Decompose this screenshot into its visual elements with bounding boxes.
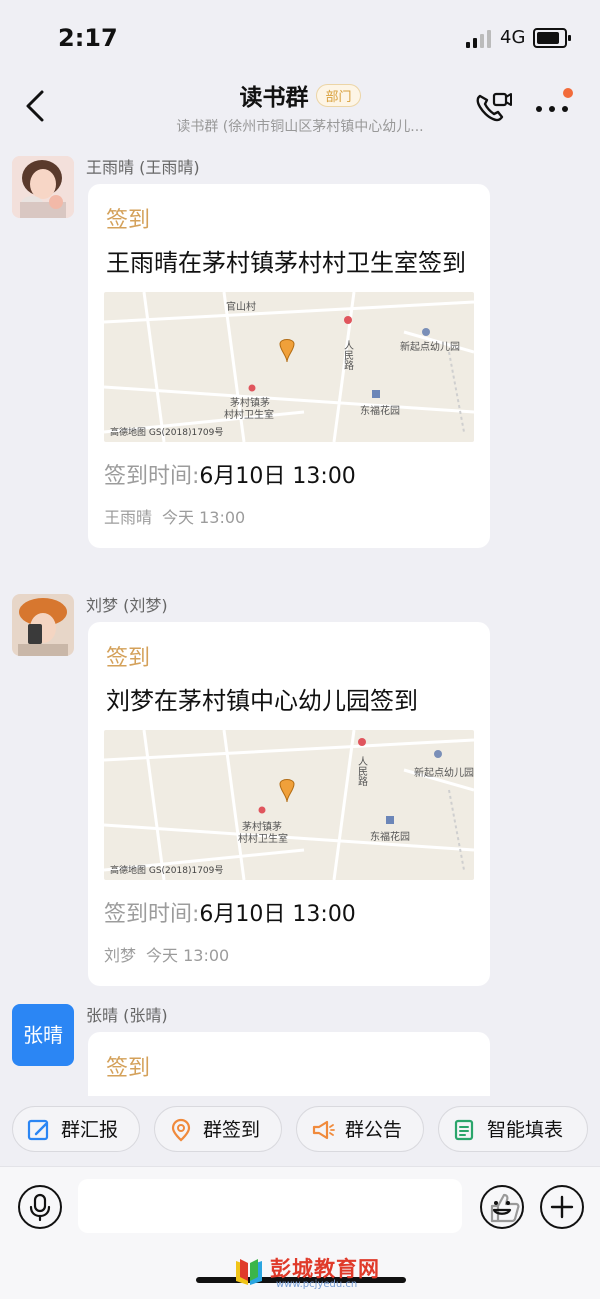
location-icon (171, 1118, 191, 1142)
quick-actions-bar: 群汇报 群签到 群公告 智能填表 (0, 1106, 600, 1156)
card-posted-time: 今天 13:00 (162, 508, 246, 527)
signal-icon (466, 30, 492, 48)
map-label: 东福花园 (360, 406, 400, 417)
watermark: 彭城教育网 www.pcjyedu.cn (232, 1253, 402, 1293)
group-notice-button[interactable]: 群公告 (296, 1106, 424, 1152)
plus-icon (550, 1195, 574, 1219)
chip-label: 群公告 (345, 1119, 403, 1141)
checkin-time-label: 签到时间: (104, 902, 200, 927)
map-label: 新起点幼儿园 (400, 342, 460, 353)
avatar[interactable]: 张晴 (12, 1004, 74, 1066)
battery-icon (533, 28, 571, 48)
checkin-time-value: 6月10日 13:00 (199, 902, 356, 927)
emoji-icon (492, 1201, 512, 1215)
location-map[interactable]: 新起点幼儿园 人民路 茅村镇茅 村村卫生室 东福花园 高德地图 GS(2018)… (104, 730, 474, 880)
map-label: 村村卫生室 (224, 410, 274, 421)
chip-label: 群签到 (203, 1119, 261, 1141)
message-item: 张晴 张晴 (张晴) 签到 (0, 1004, 600, 1096)
group-checkin-button[interactable]: 群签到 (154, 1106, 282, 1152)
map-label: 官山村 (226, 302, 256, 313)
card-title: 王雨晴在茅村镇茅村村卫生室签到 (106, 249, 466, 277)
message-input-bar: 彭城教育网 www.pcjyedu.cn (0, 1166, 600, 1299)
microphone-icon (29, 1193, 51, 1222)
sender-name: 王雨晴 (王雨晴) (86, 158, 200, 177)
map-attribution: 高德地图 GS(2018)1709号 (110, 866, 224, 876)
megaphone-icon (312, 1120, 335, 1140)
location-map[interactable]: 官山村 新起点幼儿园 人民路 茅村镇茅 村村卫生室 东福花园 高德地图 GS(2… (104, 292, 474, 442)
voice-button[interactable] (18, 1185, 62, 1229)
map-label: 人民路 (358, 757, 368, 788)
more-menu-icon[interactable] (536, 88, 573, 114)
card-category: 签到 (106, 1056, 151, 1081)
card-author: 王雨晴 (104, 508, 153, 527)
card-category: 签到 (106, 646, 151, 671)
checkin-time: 签到时间:6月10日 13:00 (104, 458, 474, 490)
chat-title: 读书群 (239, 85, 309, 111)
map-label: 东福花园 (370, 832, 410, 843)
checkin-card[interactable]: 签到 (88, 1032, 490, 1096)
checkin-time-value: 6月10日 13:00 (199, 464, 356, 489)
emoji-button[interactable] (480, 1185, 524, 1229)
card-author: 刘梦 (104, 946, 137, 965)
map-label: 村村卫生室 (238, 834, 288, 845)
checkin-time-label: 签到时间: (104, 464, 200, 489)
message-text-input[interactable] (78, 1179, 520, 1233)
map-attribution: 高德地图 GS(2018)1709号 (110, 428, 224, 438)
smart-form-button[interactable]: 智能填表 (438, 1106, 588, 1152)
checkin-card[interactable]: 签到 刘梦在茅村镇中心幼儿园签到 新起点幼儿园 人民路 茅村镇茅 村村卫生室 东… (88, 622, 490, 986)
group-report-button[interactable]: 群汇报 (12, 1106, 140, 1152)
avatar[interactable] (12, 594, 74, 656)
card-title: 刘梦在茅村镇中心幼儿园签到 (106, 687, 418, 715)
card-meta: 刘梦 今天 13:00 (104, 942, 474, 986)
chat-header: 读书群 部门 读书群 (徐州市铜山区茅村镇中心幼儿... (0, 76, 600, 140)
avatar[interactable] (12, 156, 74, 218)
network-type: 4G (500, 27, 526, 48)
card-posted-time: 今天 13:00 (146, 946, 230, 965)
sender-name: 刘梦 (刘梦) (86, 596, 168, 615)
checkin-card[interactable]: 签到 王雨晴在茅村镇茅村村卫生室签到 官山村 新起点幼儿园 人民路 茅村镇茅 村… (88, 184, 490, 548)
status-bar: 2:17 4G (0, 0, 600, 76)
checkin-time: 签到时间:6月10日 13:00 (104, 896, 474, 928)
sender-name: 张晴 (张晴) (86, 1006, 168, 1025)
card-meta: 王雨晴 今天 13:00 (104, 504, 474, 548)
form-icon (454, 1119, 474, 1141)
chip-label: 智能填表 (487, 1119, 564, 1141)
watermark-url: www.pcjyedu.cn (276, 1279, 358, 1290)
clock: 2:17 (58, 24, 118, 52)
add-button[interactable] (540, 1185, 584, 1229)
map-label: 新起点幼儿园 (414, 768, 474, 779)
video-call-icon[interactable] (474, 90, 512, 124)
notification-dot (563, 88, 573, 98)
map-label: 人民路 (344, 341, 354, 372)
department-badge: 部门 (316, 83, 361, 107)
book-logo-icon (236, 1259, 262, 1285)
card-category: 签到 (106, 208, 151, 233)
chip-label: 群汇报 (61, 1119, 119, 1141)
report-icon (27, 1119, 49, 1141)
